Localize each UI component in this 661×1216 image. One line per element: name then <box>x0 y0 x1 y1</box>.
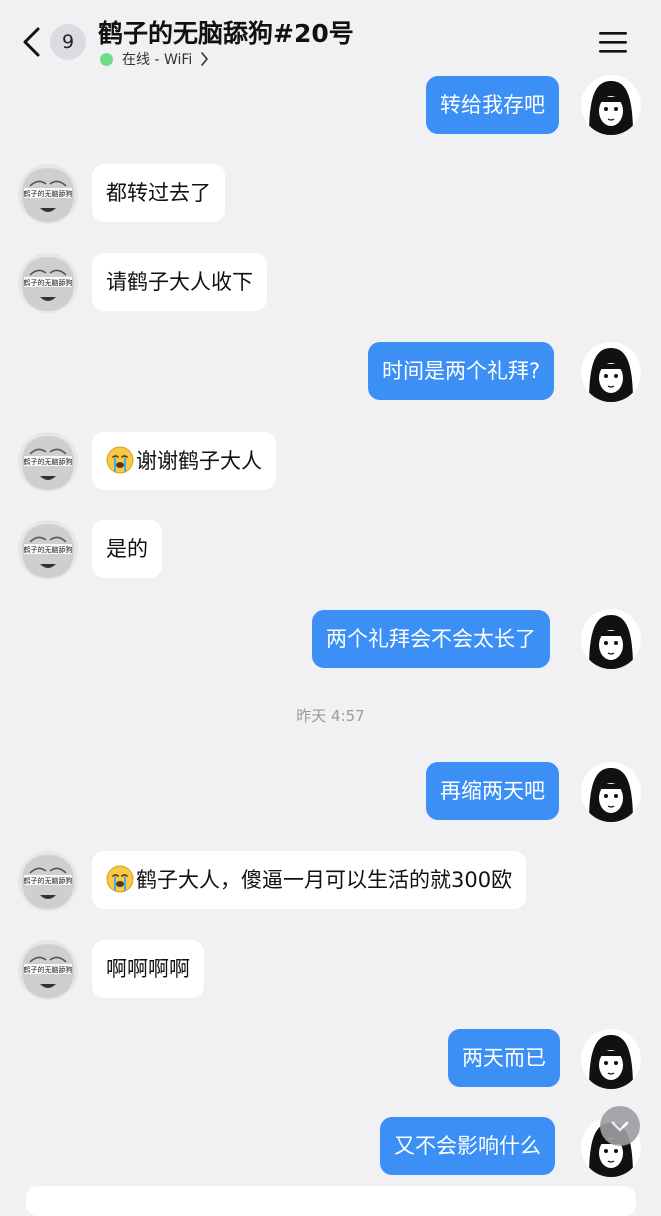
self-avatar[interactable] <box>581 609 641 669</box>
avatar-banner-text: 鹤子的无脑舔狗 <box>24 457 73 466</box>
menu-icon[interactable] <box>598 30 628 54</box>
message-text: 两天而已 <box>462 1046 546 1070</box>
unread-count-badge[interactable]: 9 <box>50 24 86 60</box>
avatar-banner-text: 鹤子的无脑舔狗 <box>24 876 73 885</box>
message-timestamp: 昨天 4:57 <box>296 707 365 725</box>
chat-title[interactable]: 鹤子的无脑舔狗#20号 <box>98 14 354 50</box>
message-input-bar[interactable] <box>26 1186 636 1216</box>
contact-avatar[interactable]: 鹤子的无脑舔狗 <box>18 164 78 224</box>
contact-avatar[interactable]: 鹤子的无脑舔狗 <box>18 520 78 580</box>
avatar-banner-text: 鹤子的无脑舔狗 <box>24 278 73 287</box>
avatar-banner-text: 鹤子的无脑舔狗 <box>24 965 73 974</box>
self-avatar[interactable] <box>581 75 641 135</box>
message-bubble-incoming[interactable]: 啊啊啊啊 <box>92 940 204 998</box>
message-text: 转给我存吧 <box>440 93 545 117</box>
connection-status[interactable]: 在线 - WiFi <box>100 50 209 68</box>
message-bubble-outgoing[interactable]: 转给我存吧 <box>426 76 559 134</box>
message-text: 都转过去了 <box>106 181 211 205</box>
message-text: 鹤子大人，傻逼一月可以生活的就300欧 <box>136 868 513 892</box>
message-bubble-incoming[interactable]: 谢谢鹤子大人 <box>92 432 276 490</box>
contact-avatar[interactable]: 鹤子的无脑舔狗 <box>18 940 78 1000</box>
message-text: 又不会影响什么 <box>394 1134 541 1158</box>
contact-avatar[interactable]: 鹤子的无脑舔狗 <box>18 432 78 492</box>
message-text: 啊啊啊啊 <box>106 957 190 981</box>
crying-face-icon <box>106 446 134 474</box>
message-text: 请鹤子大人收下 <box>106 270 253 294</box>
message-bubble-incoming[interactable]: 鹤子大人，傻逼一月可以生活的就300欧 <box>92 851 527 909</box>
contact-avatar[interactable]: 鹤子的无脑舔狗 <box>18 851 78 911</box>
chat-header: 9 鹤子的无脑舔狗#20号 在线 - WiFi <box>0 0 661 76</box>
avatar-banner-text: 鹤子的无脑舔狗 <box>24 545 73 554</box>
self-avatar[interactable] <box>581 342 641 402</box>
chevron-right-icon <box>201 52 209 66</box>
avatar-banner-text: 鹤子的无脑舔狗 <box>24 189 73 198</box>
crying-face-icon <box>106 865 134 893</box>
self-avatar[interactable] <box>581 762 641 822</box>
message-text: 再缩两天吧 <box>440 779 545 803</box>
back-icon[interactable] <box>20 26 42 58</box>
online-status-dot <box>100 52 113 66</box>
chevron-down-icon <box>611 1121 629 1132</box>
message-bubble-incoming[interactable]: 是的 <box>92 520 162 578</box>
message-bubble-outgoing[interactable]: 两天而已 <box>448 1029 560 1087</box>
scroll-to-bottom-button[interactable] <box>600 1106 640 1146</box>
contact-avatar[interactable]: 鹤子的无脑舔狗 <box>18 253 78 313</box>
self-avatar[interactable] <box>581 1029 641 1089</box>
message-bubble-incoming[interactable]: 都转过去了 <box>92 164 225 222</box>
message-bubble-outgoing[interactable]: 再缩两天吧 <box>426 762 559 820</box>
status-text: 在线 - WiFi <box>122 52 193 68</box>
message-bubble-outgoing[interactable]: 时间是两个礼拜? <box>368 342 555 400</box>
message-text: 谢谢鹤子大人 <box>136 449 262 473</box>
message-bubble-outgoing[interactable]: 又不会影响什么 <box>380 1117 555 1175</box>
message-text: 时间是两个礼拜? <box>382 359 541 383</box>
message-text: 两个礼拜会不会太长了 <box>326 627 536 651</box>
message-text: 是的 <box>106 537 148 561</box>
message-bubble-outgoing[interactable]: 两个礼拜会不会太长了 <box>312 610 550 668</box>
message-bubble-incoming[interactable]: 请鹤子大人收下 <box>92 253 267 311</box>
